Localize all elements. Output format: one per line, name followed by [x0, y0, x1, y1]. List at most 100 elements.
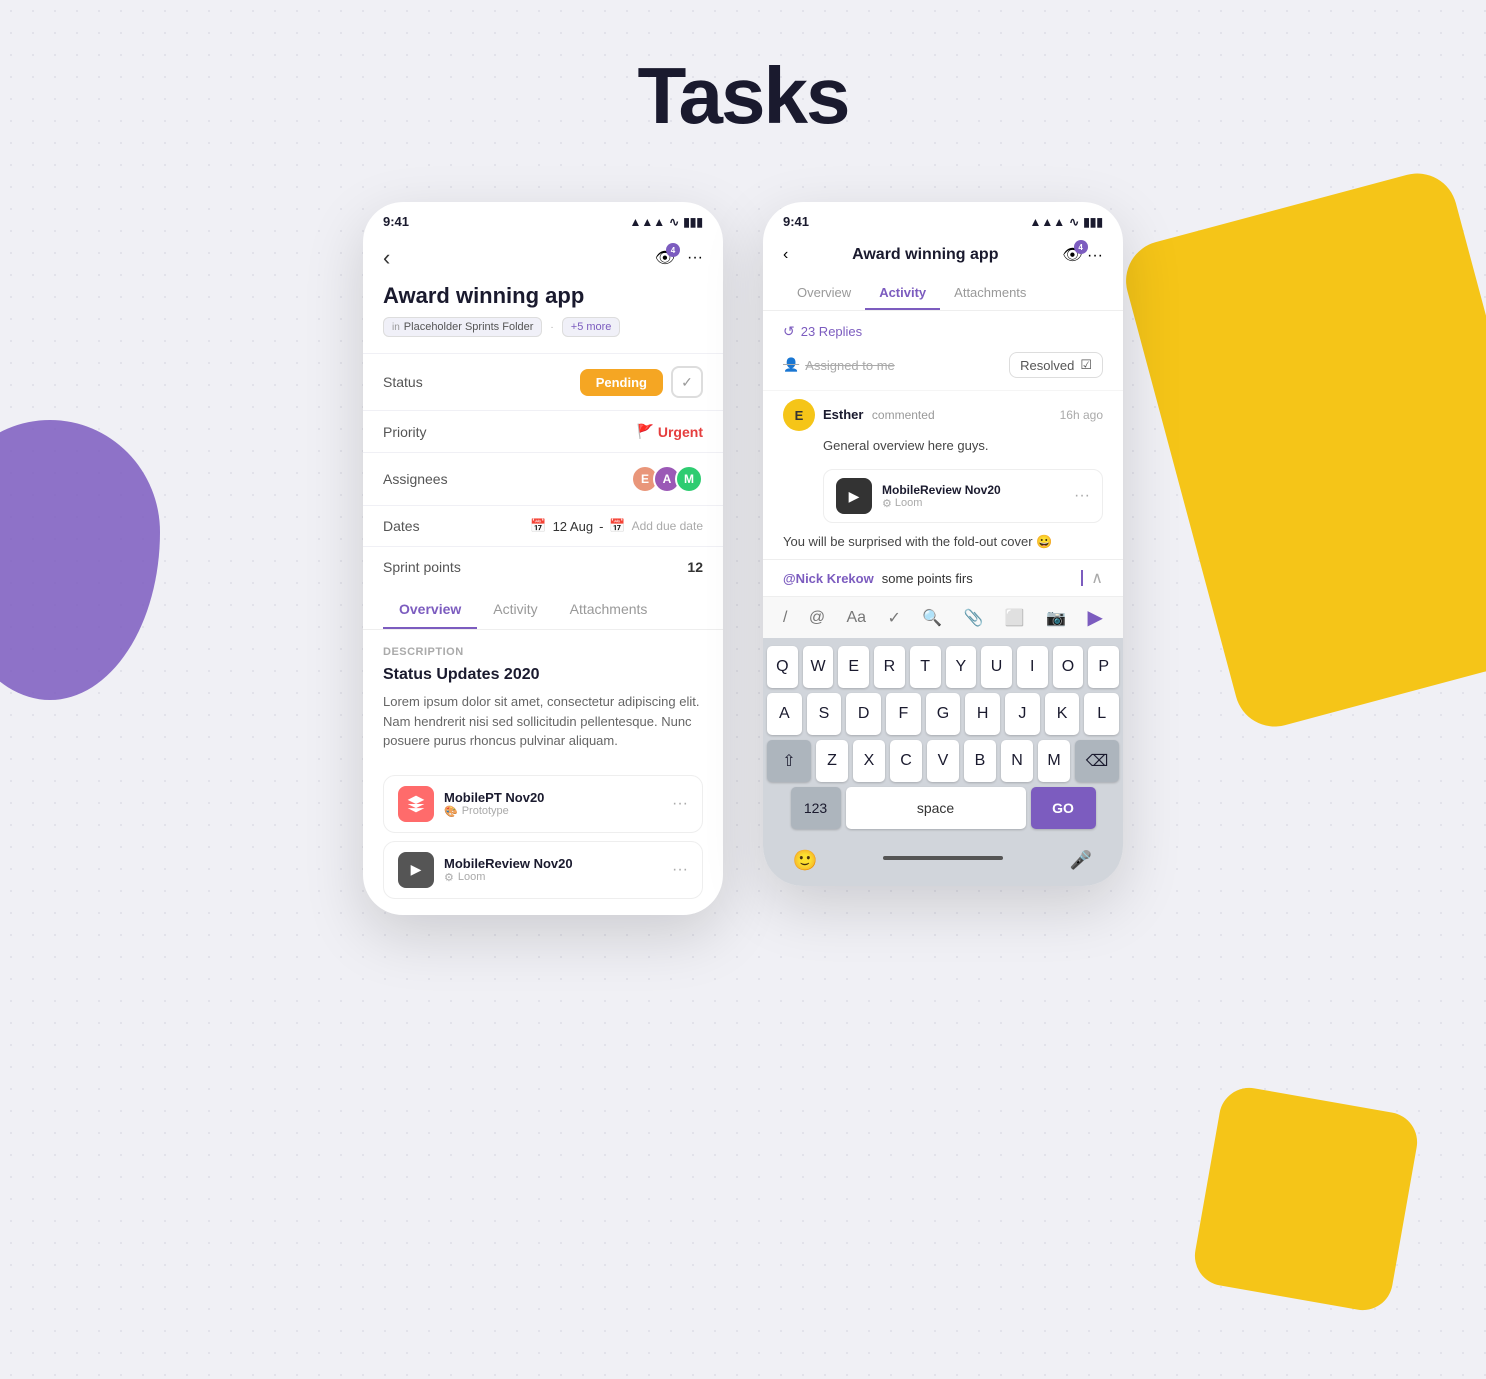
- attachment-1[interactable]: MobilePT Nov20 🎨 Prototype ···: [383, 775, 703, 833]
- calendar-icon-2: 📅: [609, 518, 625, 534]
- description-label: Description: [383, 646, 703, 658]
- key-M[interactable]: M: [1038, 740, 1070, 782]
- key-I[interactable]: I: [1017, 646, 1048, 688]
- flag-icon: 🚩: [636, 423, 653, 440]
- avatar-3: M: [675, 465, 703, 493]
- header-icons-1: 👁 4 ···: [655, 248, 703, 268]
- key-U[interactable]: U: [981, 646, 1012, 688]
- back-button-2[interactable]: ‹: [783, 246, 788, 264]
- key-Z[interactable]: Z: [816, 740, 848, 782]
- key-S[interactable]: S: [807, 693, 842, 735]
- at-icon[interactable]: @: [809, 609, 825, 627]
- key-X[interactable]: X: [853, 740, 885, 782]
- key-space[interactable]: space: [846, 787, 1026, 829]
- attach-icon[interactable]: 📎: [964, 608, 984, 628]
- folder-tag[interactable]: in Placeholder Sprints Folder: [383, 317, 542, 337]
- key-N[interactable]: N: [1001, 740, 1033, 782]
- mic-button[interactable]: 🎤: [1063, 842, 1099, 878]
- status-label: Status: [383, 374, 423, 390]
- phone2-title: Award winning app: [852, 246, 998, 264]
- search-icon[interactable]: 🔍: [922, 608, 942, 628]
- wifi-icon: ∿: [669, 215, 679, 229]
- attachment-2-sub: ⚙ Loom: [444, 871, 573, 884]
- key-H[interactable]: H: [965, 693, 1000, 735]
- key-L[interactable]: L: [1084, 693, 1119, 735]
- key-D[interactable]: D: [846, 693, 881, 735]
- key-B[interactable]: B: [964, 740, 996, 782]
- menu-icon-2[interactable]: ···: [1087, 247, 1103, 264]
- key-P[interactable]: P: [1088, 646, 1119, 688]
- status-bar-1: 9:41 ▲▲▲ ∿ ▮▮▮: [363, 202, 723, 237]
- description-text: Lorem ipsum dolor sit amet, consectetur …: [383, 692, 703, 751]
- key-Q[interactable]: Q: [767, 646, 798, 688]
- key-R[interactable]: R: [874, 646, 905, 688]
- menu-icon-1[interactable]: ···: [687, 249, 703, 267]
- key-O[interactable]: O: [1053, 646, 1084, 688]
- key-go[interactable]: GO: [1031, 787, 1096, 829]
- sprint-value[interactable]: 12: [687, 559, 703, 575]
- attachment-1-menu[interactable]: ···: [672, 795, 688, 813]
- more-tag[interactable]: +5 more: [562, 317, 621, 337]
- compose-input[interactable]: some points firs: [882, 571, 1074, 586]
- key-Y[interactable]: Y: [946, 646, 977, 688]
- dates-value[interactable]: 📅 12 Aug - 📅 Add due date: [530, 518, 703, 534]
- text-icon[interactable]: Aa: [846, 609, 866, 627]
- tab-overview-1[interactable]: Overview: [383, 591, 477, 629]
- keyboard: Q W E R T Y U I O P A S D F G H J K: [763, 638, 1123, 886]
- back-button-1[interactable]: ‹: [383, 245, 390, 271]
- eye-badge-1: 4: [666, 243, 680, 257]
- play-button[interactable]: ▶: [836, 478, 872, 514]
- attachment-2[interactable]: ▶ MobileReview Nov20 ⚙ Loom ···: [383, 841, 703, 899]
- tab-attachments-2[interactable]: Attachments: [940, 277, 1040, 310]
- replies-row[interactable]: ↺ 23 Replies: [763, 311, 1123, 348]
- assignees-value[interactable]: E A M: [631, 465, 703, 493]
- tabs-row-2: Overview Activity Attachments: [763, 277, 1123, 311]
- image-icon[interactable]: ⬜: [1005, 608, 1025, 628]
- emoji-button[interactable]: 🙂: [787, 842, 823, 878]
- camera-icon[interactable]: 📷: [1046, 608, 1066, 628]
- key-E[interactable]: E: [838, 646, 869, 688]
- wifi-icon-2: ∿: [1069, 215, 1079, 229]
- key-T[interactable]: T: [910, 646, 941, 688]
- priority-value[interactable]: 🚩 Urgent: [636, 423, 703, 440]
- eye-icon-wrap-1[interactable]: 👁 4: [655, 248, 675, 268]
- key-J[interactable]: J: [1005, 693, 1040, 735]
- status-badge[interactable]: Pending: [580, 369, 663, 396]
- dash: -: [599, 519, 603, 534]
- tab-activity-2[interactable]: Activity: [865, 277, 940, 310]
- key-123[interactable]: 123: [791, 787, 841, 829]
- resolved-badge[interactable]: Resolved ☑: [1009, 352, 1103, 378]
- due-date[interactable]: Add due date: [632, 519, 703, 533]
- tab-attachments-1[interactable]: Attachments: [554, 591, 664, 629]
- check-button[interactable]: ✓: [671, 366, 703, 398]
- key-K[interactable]: K: [1045, 693, 1080, 735]
- video-menu[interactable]: ···: [1074, 487, 1090, 505]
- field-dates: Dates 📅 12 Aug - 📅 Add due date: [363, 505, 723, 546]
- key-W[interactable]: W: [803, 646, 834, 688]
- mention-text[interactable]: @Nick Krekow: [783, 571, 874, 586]
- slash-icon[interactable]: /: [783, 609, 787, 627]
- eye-icon-wrap-2[interactable]: 👁 4: [1062, 245, 1082, 265]
- video-card-left: ▶ MobileReview Nov20 ⚙ Loom: [836, 478, 1001, 514]
- key-backspace[interactable]: ⌫: [1075, 740, 1119, 782]
- send-button[interactable]: ▶: [1088, 605, 1103, 630]
- tab-overview-2[interactable]: Overview: [783, 277, 865, 310]
- check-icon[interactable]: ✓: [887, 608, 900, 628]
- collapse-button[interactable]: ∧: [1091, 568, 1103, 588]
- video-card[interactable]: ▶ MobileReview Nov20 ⚙ Loom ···: [823, 469, 1103, 523]
- key-F[interactable]: F: [886, 693, 921, 735]
- key-G[interactable]: G: [926, 693, 961, 735]
- field-priority: Priority 🚩 Urgent: [363, 410, 723, 452]
- key-A[interactable]: A: [767, 693, 802, 735]
- refresh-icon: ↺: [783, 323, 795, 340]
- keyboard-bottom-row: 123 space GO: [767, 787, 1119, 829]
- field-assignees: Assignees E A M: [363, 452, 723, 505]
- phone2-header: ‹ Award winning app 👁 4 ···: [763, 237, 1123, 277]
- sprint-label: Sprint points: [383, 559, 461, 575]
- key-C[interactable]: C: [890, 740, 922, 782]
- attachment-2-menu[interactable]: ···: [672, 861, 688, 879]
- attachment-2-info: MobileReview Nov20 ⚙ Loom: [444, 856, 573, 884]
- tab-activity-1[interactable]: Activity: [477, 591, 553, 629]
- key-shift[interactable]: ⇧: [767, 740, 811, 782]
- key-V[interactable]: V: [927, 740, 959, 782]
